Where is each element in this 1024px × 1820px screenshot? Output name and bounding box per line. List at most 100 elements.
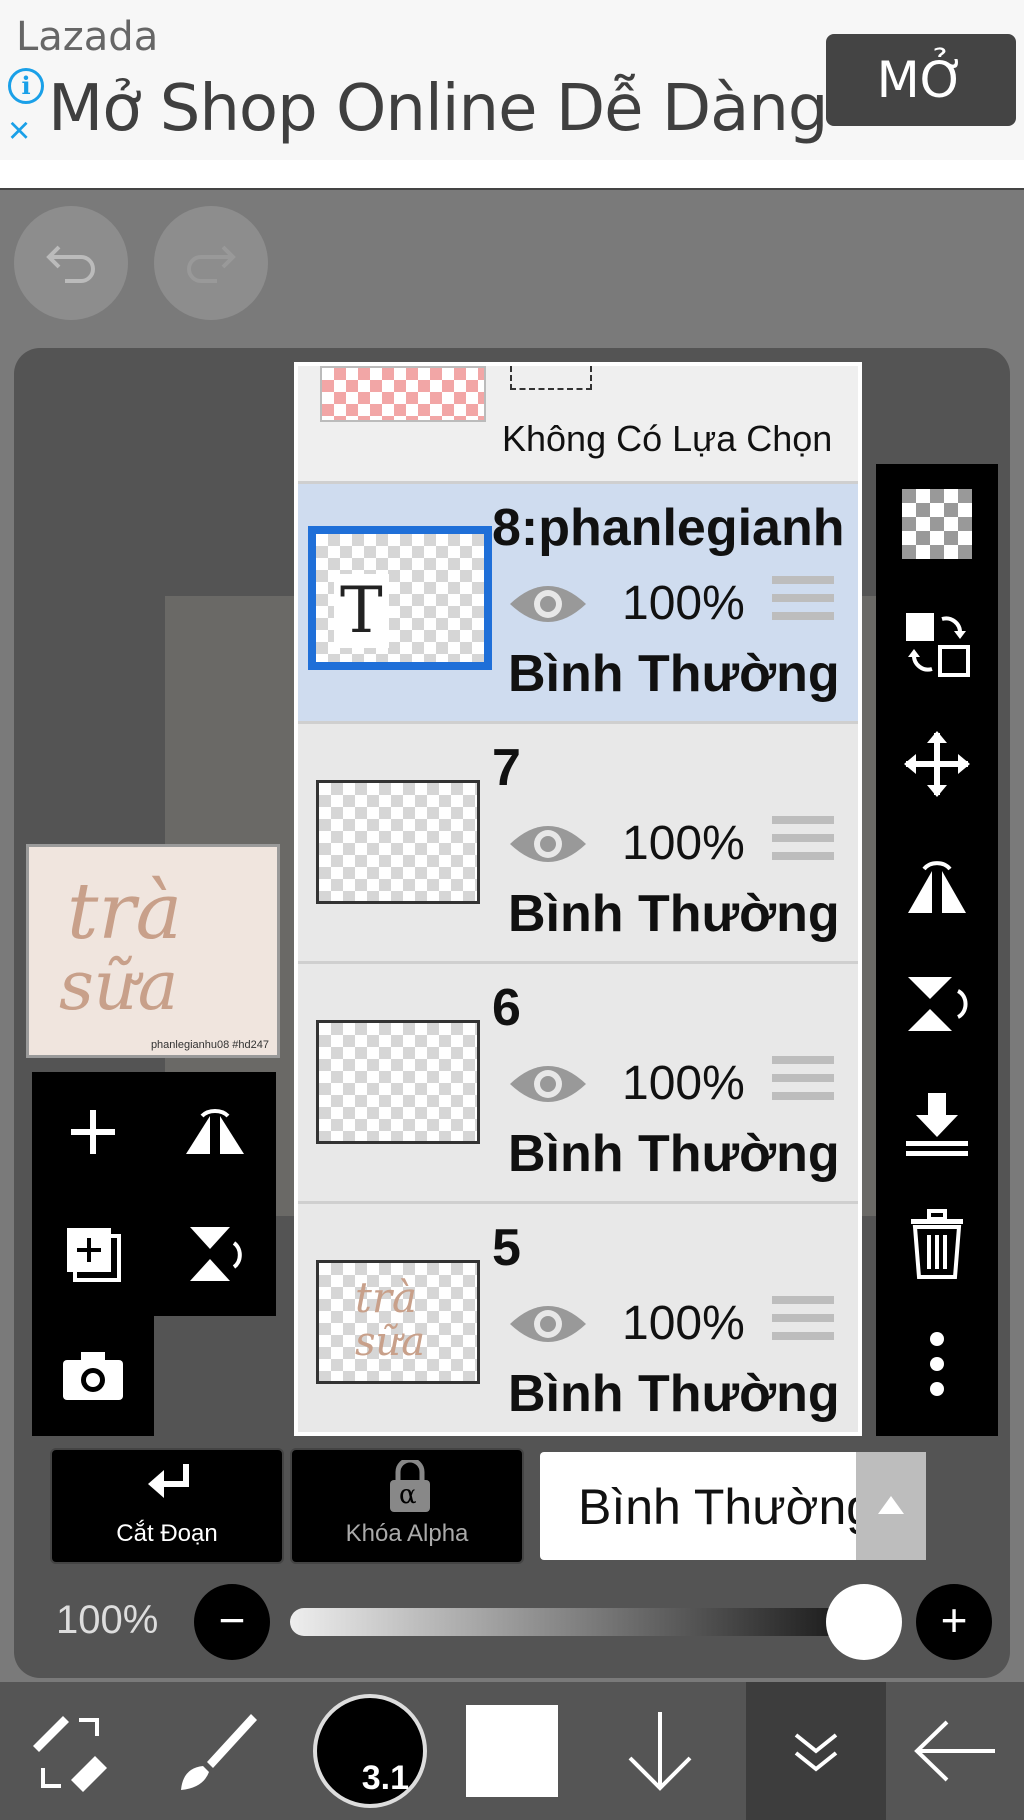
flip-horizontal-icon — [186, 1109, 244, 1154]
opacity-slider-track[interactable] — [290, 1608, 902, 1636]
arrow-left-icon — [914, 1720, 995, 1782]
layer-name: 5 — [492, 1219, 521, 1277]
flip-vertical-button[interactable] — [154, 1194, 276, 1314]
move-down-button[interactable] — [590, 1682, 730, 1820]
more-options-button[interactable] — [876, 1304, 998, 1424]
move-button[interactable] — [876, 704, 998, 824]
more-vertical-icon — [930, 1332, 944, 1396]
eye-icon[interactable] — [506, 814, 590, 874]
chevron-up-icon[interactable] — [856, 1452, 926, 1560]
bottom-toolbar: 3.1 — [0, 1682, 1024, 1820]
flip-horizontal-button[interactable] — [154, 1072, 276, 1192]
checkerboard-icon — [902, 489, 972, 559]
arrow-down-icon — [628, 1712, 692, 1791]
clipping-button[interactable]: Cắt Đoạn — [50, 1448, 284, 1564]
layer-blend-mode: Bình Thường — [508, 885, 840, 943]
back-button[interactable] — [884, 1682, 1024, 1820]
pen-eraser-icon — [33, 1716, 107, 1792]
layer-row-6[interactable]: 6 100% Bình Thường — [298, 964, 858, 1204]
brush-size-value: 3.1 — [361, 1759, 409, 1797]
ad-headline[interactable]: Mở Shop Online Dễ Dàng — [48, 72, 828, 146]
close-icon[interactable]: × — [8, 112, 30, 150]
undo-icon — [46, 245, 95, 283]
alpha-lock-button[interactable]: α Khóa Alpha — [290, 1448, 524, 1564]
tool-switch-button[interactable] — [0, 1682, 140, 1820]
merge-down-button[interactable] — [876, 1064, 998, 1184]
add-layer-button[interactable] — [32, 1072, 154, 1192]
eye-icon[interactable] — [506, 1294, 590, 1354]
layer-blend-mode: Bình Thường — [508, 1365, 840, 1423]
brush-tool-button[interactable] — [148, 1682, 288, 1820]
layer-thumbnail-word-1: trà — [355, 1273, 417, 1322]
layer-opacity: 100% — [622, 577, 745, 630]
swap-layer-button[interactable] — [876, 584, 998, 704]
layer-blend-mode: Bình Thường — [508, 645, 840, 703]
flip-horizontal-right-button[interactable] — [876, 824, 998, 944]
layer-thumbnail: T — [308, 526, 492, 670]
canvas-thumbnail[interactable]: trà sữa phanlegianhu08 #hd247 — [26, 844, 280, 1058]
ad-content: Lazada i × Mở Shop Online Dễ Dàng MỞ — [0, 0, 1024, 160]
swap-icon — [906, 613, 970, 677]
layers-button[interactable] — [746, 1682, 886, 1820]
color-button[interactable] — [442, 1682, 582, 1820]
trash-icon — [911, 1209, 963, 1279]
drag-handle-icon[interactable] — [772, 576, 834, 630]
thumbnail-word-1: trà — [67, 867, 183, 957]
eye-icon[interactable] — [506, 1054, 590, 1114]
blend-mode-select[interactable]: Bình Thường — [540, 1452, 926, 1560]
blend-mode-value: Bình Thường — [578, 1479, 875, 1535]
merge-down-icon — [906, 1093, 968, 1156]
layer-opacity: 100% — [622, 1057, 745, 1110]
layer-thumbnail — [316, 780, 480, 904]
flip-horizontal-icon — [908, 861, 966, 913]
ad-banner[interactable]: Lazada i × Mở Shop Online Dễ Dàng MỞ — [0, 0, 1024, 190]
right-tool-panel — [876, 464, 998, 1436]
layer-row-8[interactable]: T 8:phanlegianh 100% Bình Thường — [298, 484, 858, 724]
clipping-label: Cắt Đoạn — [116, 1520, 218, 1547]
camera-button[interactable] — [32, 1316, 154, 1436]
opacity-slider-knob[interactable] — [826, 1584, 902, 1660]
plus-icon — [71, 1110, 115, 1154]
flip-vertical-icon — [908, 977, 968, 1031]
color-swatch — [466, 1705, 558, 1797]
layer-name: 7 — [492, 739, 521, 797]
selection-layer-label: Không Có Lựa Chọn — [502, 418, 833, 459]
drag-handle-icon[interactable] — [772, 1296, 834, 1350]
ad-open-button[interactable]: MỞ — [826, 34, 1016, 126]
opacity-decrease-button[interactable]: − — [194, 1584, 270, 1660]
selection-layer[interactable]: Không Có Lựa Chọn — [298, 366, 858, 484]
camera-icon — [63, 1352, 123, 1400]
add-copy-layer-button[interactable] — [32, 1194, 154, 1314]
selection-layer-thumbnail — [320, 366, 486, 422]
layer-opacity: 100% — [622, 1297, 745, 1350]
layer-thumbnail-word-2: sữa — [355, 1319, 426, 1365]
opacity-increase-button[interactable]: + — [916, 1584, 992, 1660]
ad-brand: Lazada — [16, 14, 159, 60]
flip-vertical-right-button[interactable] — [876, 944, 998, 1064]
drag-handle-icon[interactable] — [772, 816, 834, 870]
text-layer-icon: T — [334, 574, 389, 648]
layer-row-5[interactable]: trà sữa 5 100% Bình Thường — [298, 1204, 858, 1432]
layer-list[interactable]: Không Có Lựa Chọn T 8:phanlegianh 100% B… — [294, 362, 862, 1436]
brush-size-button[interactable]: 3.1 — [300, 1682, 440, 1820]
thumbnail-credit: phanlegianhu08 #hd247 — [150, 1039, 269, 1051]
layer-thumbnail — [316, 1020, 480, 1144]
brush-size-indicator: 3.1 — [313, 1694, 427, 1808]
undo-button[interactable] — [14, 206, 128, 320]
layer-blend-mode: Bình Thường — [508, 1125, 840, 1183]
flip-vertical-icon — [190, 1227, 242, 1281]
eye-icon[interactable] — [506, 574, 590, 634]
duplicate-layer-icon — [67, 1228, 121, 1282]
layer-name: 8:phanlegianh — [492, 499, 845, 557]
transparency-button[interactable] — [876, 464, 998, 584]
drag-handle-icon[interactable] — [772, 1056, 834, 1110]
thumbnail-word-2: sữa — [59, 947, 179, 1026]
layer-thumbnail: trà sữa — [316, 1260, 480, 1384]
delete-layer-button[interactable] — [876, 1184, 998, 1304]
info-icon[interactable]: i — [8, 68, 44, 104]
redo-button[interactable] — [154, 206, 268, 320]
alpha-symbol: α — [399, 1480, 417, 1510]
left-tool-panel — [32, 1072, 276, 1316]
opacity-value: 100% — [56, 1598, 159, 1642]
layer-row-7[interactable]: 7 100% Bình Thường — [298, 724, 858, 964]
